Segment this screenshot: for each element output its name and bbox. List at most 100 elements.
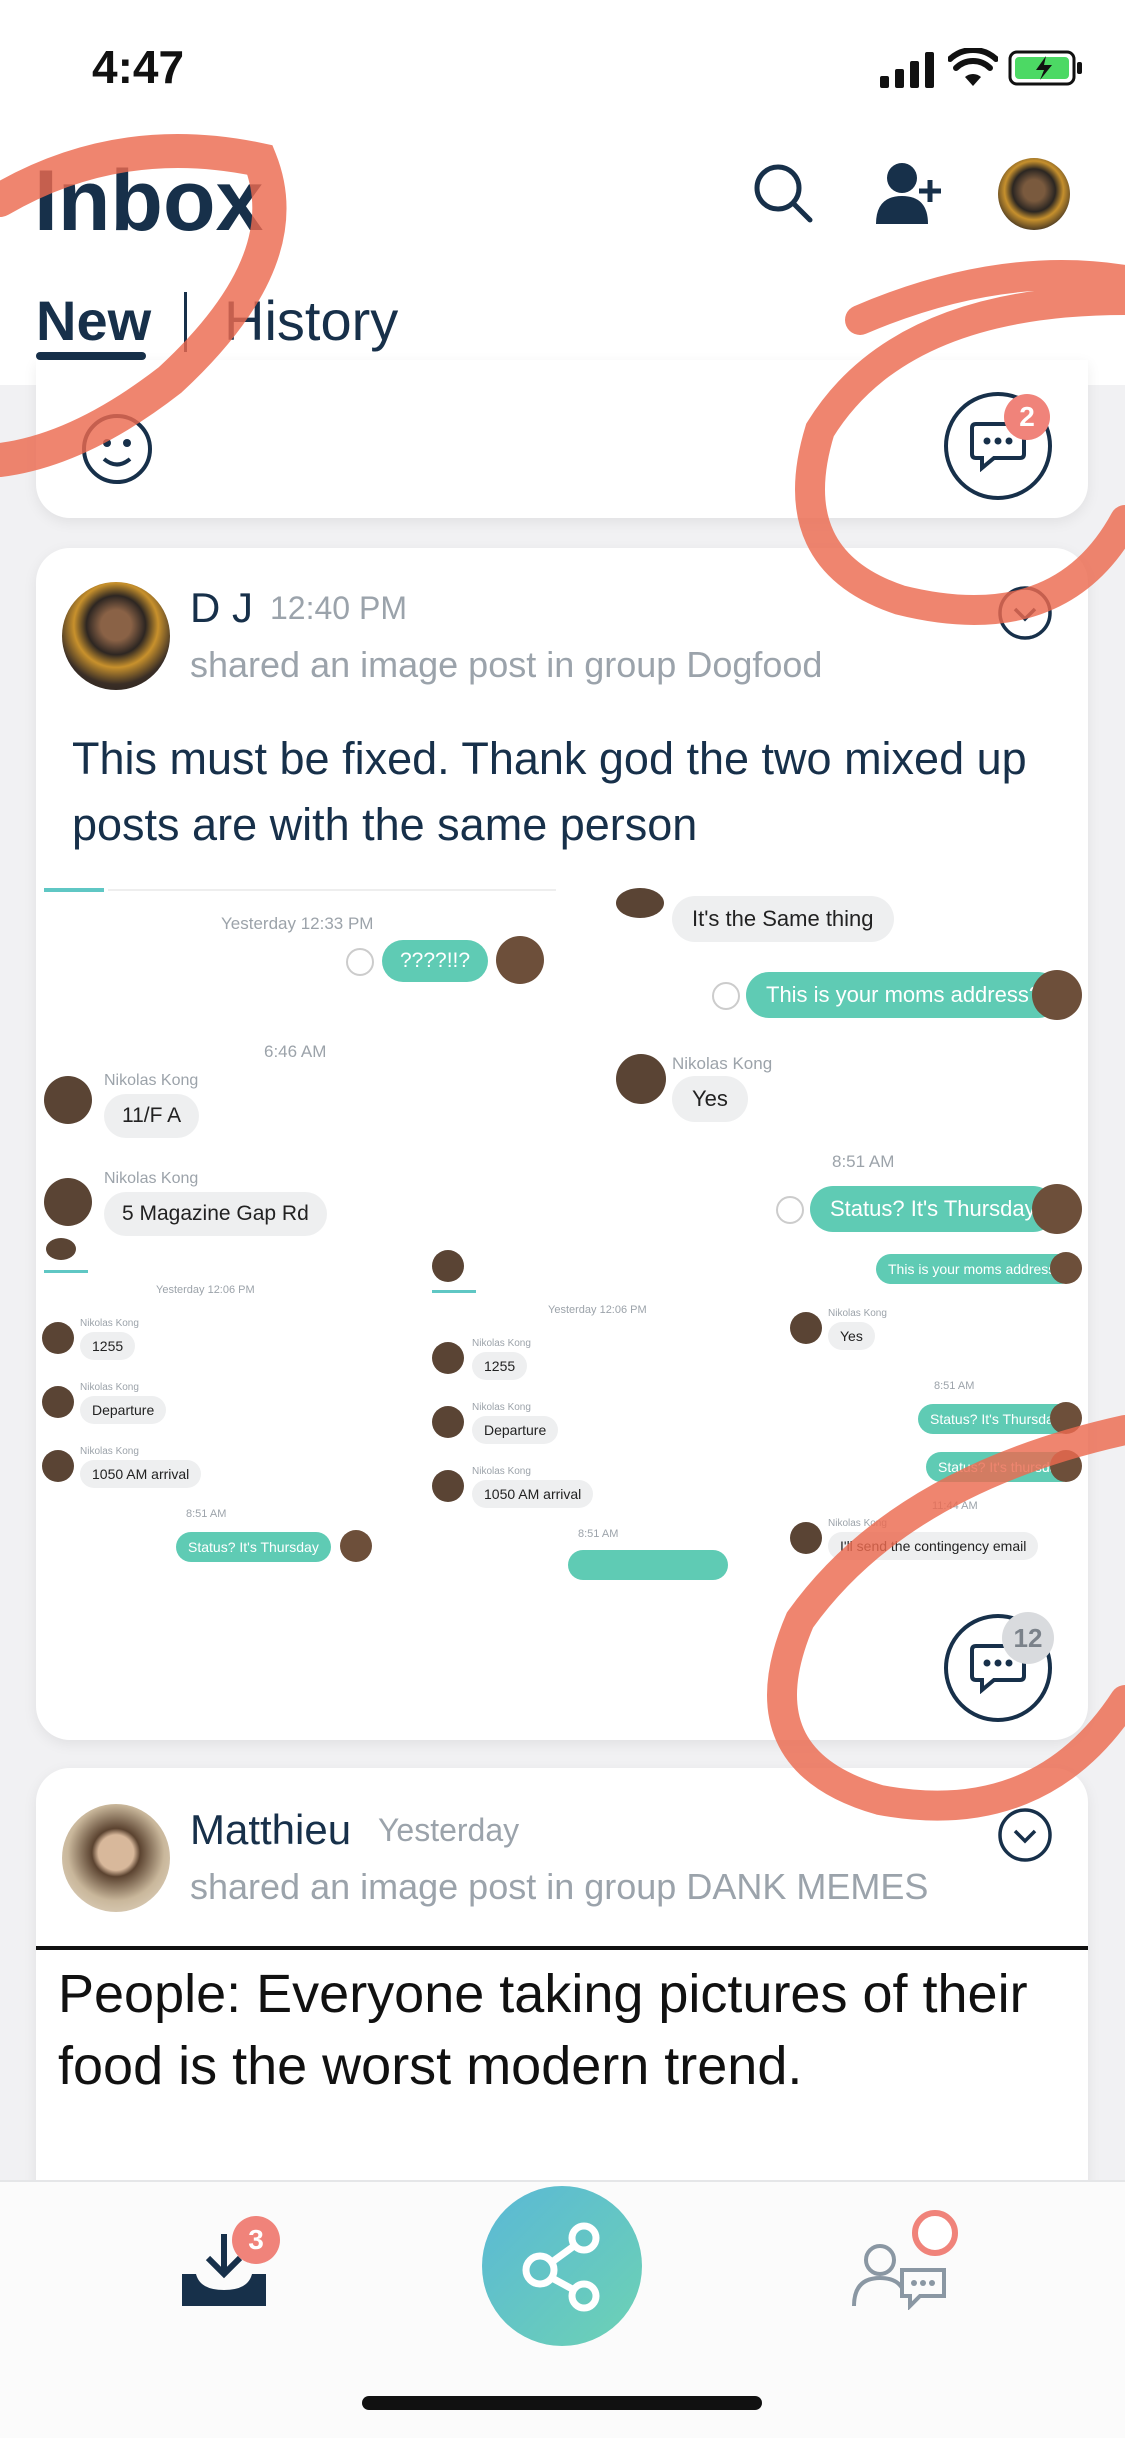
avatar bbox=[616, 888, 664, 918]
chat-bubble: This is your moms address? bbox=[876, 1254, 1076, 1284]
chat-bubble: Status? It's Thursday bbox=[176, 1532, 331, 1562]
avatar bbox=[1050, 1450, 1082, 1482]
meme-text: People: Everyone taking pictures of thei… bbox=[58, 1964, 1028, 2096]
avatar bbox=[790, 1312, 822, 1344]
sender-name: Nikolas Kong bbox=[80, 1446, 139, 1457]
signal-icon bbox=[880, 52, 934, 88]
sender-name: Nikolas Kong bbox=[472, 1338, 531, 1349]
indicator bbox=[44, 888, 104, 892]
avatar bbox=[432, 1250, 464, 1282]
avatar bbox=[42, 1450, 74, 1482]
chat-bubble: 1255 bbox=[80, 1332, 136, 1360]
timestamp: 8:51 AM bbox=[186, 1508, 227, 1520]
chat-bubble: Yes bbox=[672, 1076, 748, 1122]
inbox-badge: 3 bbox=[232, 2216, 280, 2264]
timestamp: 8:51 AM bbox=[832, 1152, 895, 1171]
author-avatar[interactable] bbox=[62, 1804, 170, 1912]
author-name[interactable]: D J bbox=[190, 584, 253, 632]
page-title: Inbox bbox=[34, 153, 264, 249]
post-time: 12:40 PM bbox=[270, 590, 407, 626]
avatar bbox=[790, 1522, 822, 1554]
home-indicator bbox=[362, 2396, 762, 2410]
share-button[interactable] bbox=[482, 2186, 642, 2346]
image-top-border bbox=[36, 1946, 1088, 1950]
chat-screenshot-a: Yesterday 12:33 PM ????!!? 6:46 AM Nikol… bbox=[36, 888, 556, 1236]
chat-bubble: 1255 bbox=[472, 1352, 528, 1380]
post-body: This must be fixed. Thank god the two mi… bbox=[72, 733, 1027, 850]
sender-name: Nikolas Kong bbox=[472, 1402, 531, 1413]
chat-bubble: Departure bbox=[80, 1396, 167, 1424]
chat-bubble: I'll send the contingency email bbox=[828, 1532, 1039, 1560]
timestamp: Yesterday 12:06 PM bbox=[548, 1304, 647, 1316]
notification-dot bbox=[912, 2210, 958, 2256]
chat-screenshot-mini-1: Yesterday 12:06 PM Nikolas Kong 1255 Nik… bbox=[36, 1238, 386, 1598]
profile-avatar[interactable] bbox=[998, 158, 1070, 230]
author-avatar[interactable] bbox=[62, 582, 170, 690]
read-icon bbox=[346, 948, 374, 976]
tab-divider bbox=[184, 292, 187, 352]
tab-new[interactable]: New bbox=[36, 288, 151, 353]
author-name[interactable]: Matthieu bbox=[190, 1806, 351, 1854]
avatar bbox=[1032, 970, 1082, 1020]
chat-bubble: Departure bbox=[472, 1416, 559, 1444]
chat-screenshot-mini-3: This is your moms address? Nikolas Kong … bbox=[756, 1238, 1088, 1598]
chat-bubble: It's the Same thing bbox=[672, 896, 894, 942]
search-icon[interactable] bbox=[752, 162, 814, 224]
avatar bbox=[616, 1054, 666, 1104]
sender-name: Nikolas Kong bbox=[828, 1518, 887, 1529]
comment-count-badge: 12 bbox=[1002, 1612, 1054, 1664]
chat-screenshot-b: It's the Same thing This is your moms ad… bbox=[576, 888, 1088, 1234]
battery-icon bbox=[1008, 50, 1082, 86]
avatar bbox=[432, 1406, 464, 1438]
chat-screenshot-mini-2: Yesterday 12:06 PM Nikolas Kong 1255 Nik… bbox=[392, 1238, 742, 1598]
avatar bbox=[1032, 1184, 1082, 1234]
add-user-icon[interactable] bbox=[874, 160, 944, 226]
sender-name: Nikolas Kong bbox=[104, 1072, 199, 1089]
post-image[interactable]: Yesterday 12:33 PM ????!!? 6:46 AM Nikol… bbox=[36, 888, 1088, 1598]
app-header: Inbox New History bbox=[0, 140, 1125, 385]
sender-name: Nikolas Kong bbox=[80, 1382, 139, 1393]
chat-bubble: 1050 AM arrival bbox=[80, 1460, 202, 1488]
post-card-dj: D J 12:40 PM shared an image post in gro… bbox=[36, 548, 1088, 1740]
status-time: 4:47 bbox=[92, 41, 185, 93]
sender-name: Nikolas Kong bbox=[828, 1308, 887, 1319]
comment-count-badge: 2 bbox=[1004, 394, 1050, 440]
avatar bbox=[432, 1470, 464, 1502]
timestamp: 6:46 AM bbox=[264, 1042, 327, 1061]
sender-name: Nikolas Kong bbox=[472, 1466, 531, 1477]
sender-name: Nikolas Kong bbox=[104, 1170, 199, 1187]
indicator bbox=[44, 1270, 88, 1273]
chat-bubble: 5 Magazine Gap Rd bbox=[104, 1192, 327, 1236]
chat-bubble bbox=[568, 1550, 728, 1580]
chevron-down-icon[interactable] bbox=[996, 584, 1054, 642]
chat-bubble: ????!!? bbox=[382, 940, 489, 982]
avatar bbox=[340, 1530, 372, 1562]
chat-bubble: Status? It's Thursday bbox=[810, 1186, 1056, 1232]
chat-bubble: Yes bbox=[828, 1322, 875, 1350]
tab-history[interactable]: History bbox=[224, 288, 398, 353]
sender-name: Nikolas Kong bbox=[80, 1318, 139, 1329]
avatar bbox=[432, 1342, 464, 1374]
timestamp: 11:44 AM bbox=[932, 1500, 978, 1512]
bottom-nav: 3 bbox=[0, 2180, 1125, 2438]
reaction-icon[interactable] bbox=[80, 412, 154, 486]
indicator bbox=[432, 1290, 476, 1293]
timestamp: 8:51 AM bbox=[934, 1380, 975, 1392]
avatar bbox=[44, 1178, 92, 1226]
avatar bbox=[496, 936, 544, 984]
status-bar: 4:47 bbox=[0, 0, 1125, 140]
avatar bbox=[46, 1238, 76, 1260]
read-icon bbox=[712, 982, 740, 1010]
chat-bubble: This is your moms address? bbox=[746, 972, 1062, 1018]
timestamp: 8:51 AM bbox=[578, 1528, 619, 1540]
read-icon bbox=[776, 1196, 804, 1224]
timestamp: Yesterday 12:06 PM bbox=[156, 1284, 255, 1296]
chevron-down-icon[interactable] bbox=[996, 1806, 1054, 1864]
divider bbox=[108, 889, 556, 891]
post-card: 2 bbox=[36, 360, 1088, 518]
avatar bbox=[1050, 1402, 1082, 1434]
post-subtitle: shared an image post in group DANK MEMES bbox=[190, 1866, 929, 1907]
tab-active-indicator bbox=[36, 352, 146, 360]
avatar bbox=[42, 1386, 74, 1418]
chat-bubble: 1050 AM arrival bbox=[472, 1480, 594, 1508]
